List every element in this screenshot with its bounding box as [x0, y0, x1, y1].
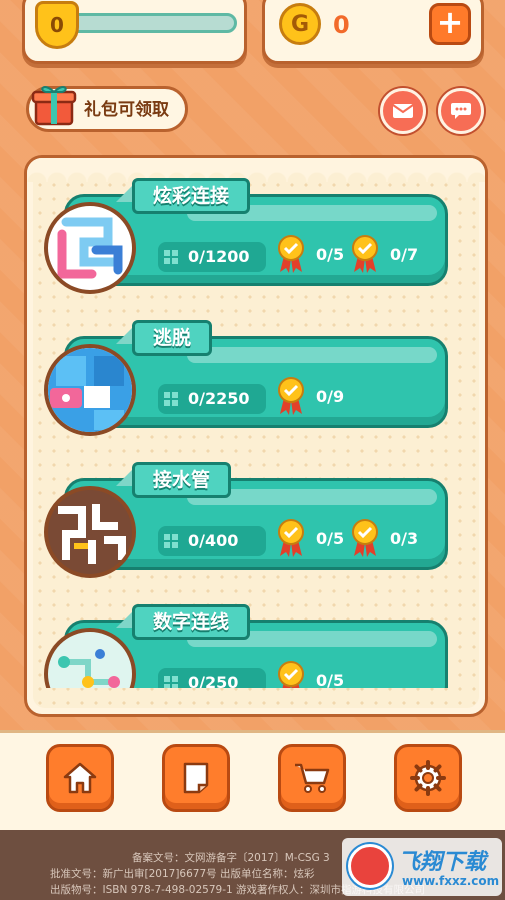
grid-icon: [164, 534, 178, 548]
chat-button[interactable]: [438, 88, 484, 134]
notes-icon: [183, 762, 209, 794]
level-progress-bar: [65, 13, 237, 33]
medal-icon: [278, 377, 304, 415]
grid-icon: [164, 250, 178, 264]
medal-icon: [278, 519, 304, 557]
watermark-url: www.fxxz.com: [402, 874, 500, 888]
progress-text: 0/2250: [188, 389, 250, 408]
medal-icon: [352, 235, 378, 273]
cart-icon: [295, 763, 330, 793]
settings-icon: [410, 760, 446, 796]
level-shield-icon: 0: [35, 1, 79, 49]
progress-pill: 0/2250: [158, 384, 266, 414]
medal-count: 0/3: [390, 529, 419, 548]
progress-pill: 0/1200: [158, 242, 266, 272]
progress-pill: 0/400: [158, 526, 266, 556]
gift-icon: [31, 86, 77, 126]
pipe-thumbnail-icon: [44, 486, 136, 578]
medal-count: 0/9: [316, 387, 345, 406]
scalloped-edge: [27, 158, 485, 182]
gift-label: 礼包可领取: [84, 100, 169, 120]
medal-icon: [352, 519, 378, 557]
coin-panel: G 0 +: [262, 0, 484, 64]
watermark-title: 飞翔下载: [398, 850, 487, 875]
grid-icon: [164, 676, 178, 688]
mail-icon: [392, 104, 414, 118]
grid-icon: [164, 392, 178, 406]
home-button[interactable]: [46, 744, 114, 812]
escape-thumbnail-icon: [44, 344, 136, 436]
medal-count: 0/7: [390, 245, 419, 264]
level-title: 接水管: [132, 462, 232, 498]
card-clip: 数字连线 0/250 0/5: [30, 600, 480, 688]
level-badge: 0: [50, 13, 64, 37]
level-panel: 0: [22, 0, 247, 64]
medal-count: 0/5: [316, 529, 345, 548]
progress-text: 0/1200: [188, 247, 250, 266]
level-title: 逃脱: [132, 320, 213, 356]
medal-icon: [278, 235, 304, 273]
progress-text: 0/400: [188, 531, 239, 550]
coin-count: 0: [333, 11, 350, 39]
level-card-3[interactable]: 接水管 0/400 0/5 0/3: [44, 462, 448, 578]
level-title: 炫彩连接: [132, 178, 251, 214]
medal-count: 0/5: [316, 671, 345, 688]
medal-icon: [278, 661, 304, 688]
settings-button[interactable]: [394, 744, 462, 812]
medal-count: 0/5: [316, 245, 345, 264]
progress-text: 0/250: [188, 673, 239, 688]
level-card-1[interactable]: 炫彩连接 0/1200 0/5 0/7: [44, 178, 448, 294]
mail-button[interactable]: [380, 88, 426, 134]
watermark: 飞翔下载 www.fxxz.com: [342, 838, 502, 896]
watermark-logo-icon: [348, 844, 392, 888]
notes-button[interactable]: [162, 744, 230, 812]
progress-pill: 0/250: [158, 668, 266, 688]
puzzle-thumbnail-icon: [44, 202, 136, 294]
home-icon: [63, 762, 97, 794]
level-card-4[interactable]: 数字连线 0/250 0/5: [44, 604, 448, 688]
level-title: 数字连线: [132, 604, 251, 640]
coin-icon: G: [279, 3, 321, 45]
add-coins-button[interactable]: +: [429, 3, 471, 45]
chat-icon: [451, 103, 471, 119]
level-card-2[interactable]: 逃脱 0/2250 0/9: [44, 320, 448, 436]
shop-button[interactable]: [278, 744, 346, 812]
